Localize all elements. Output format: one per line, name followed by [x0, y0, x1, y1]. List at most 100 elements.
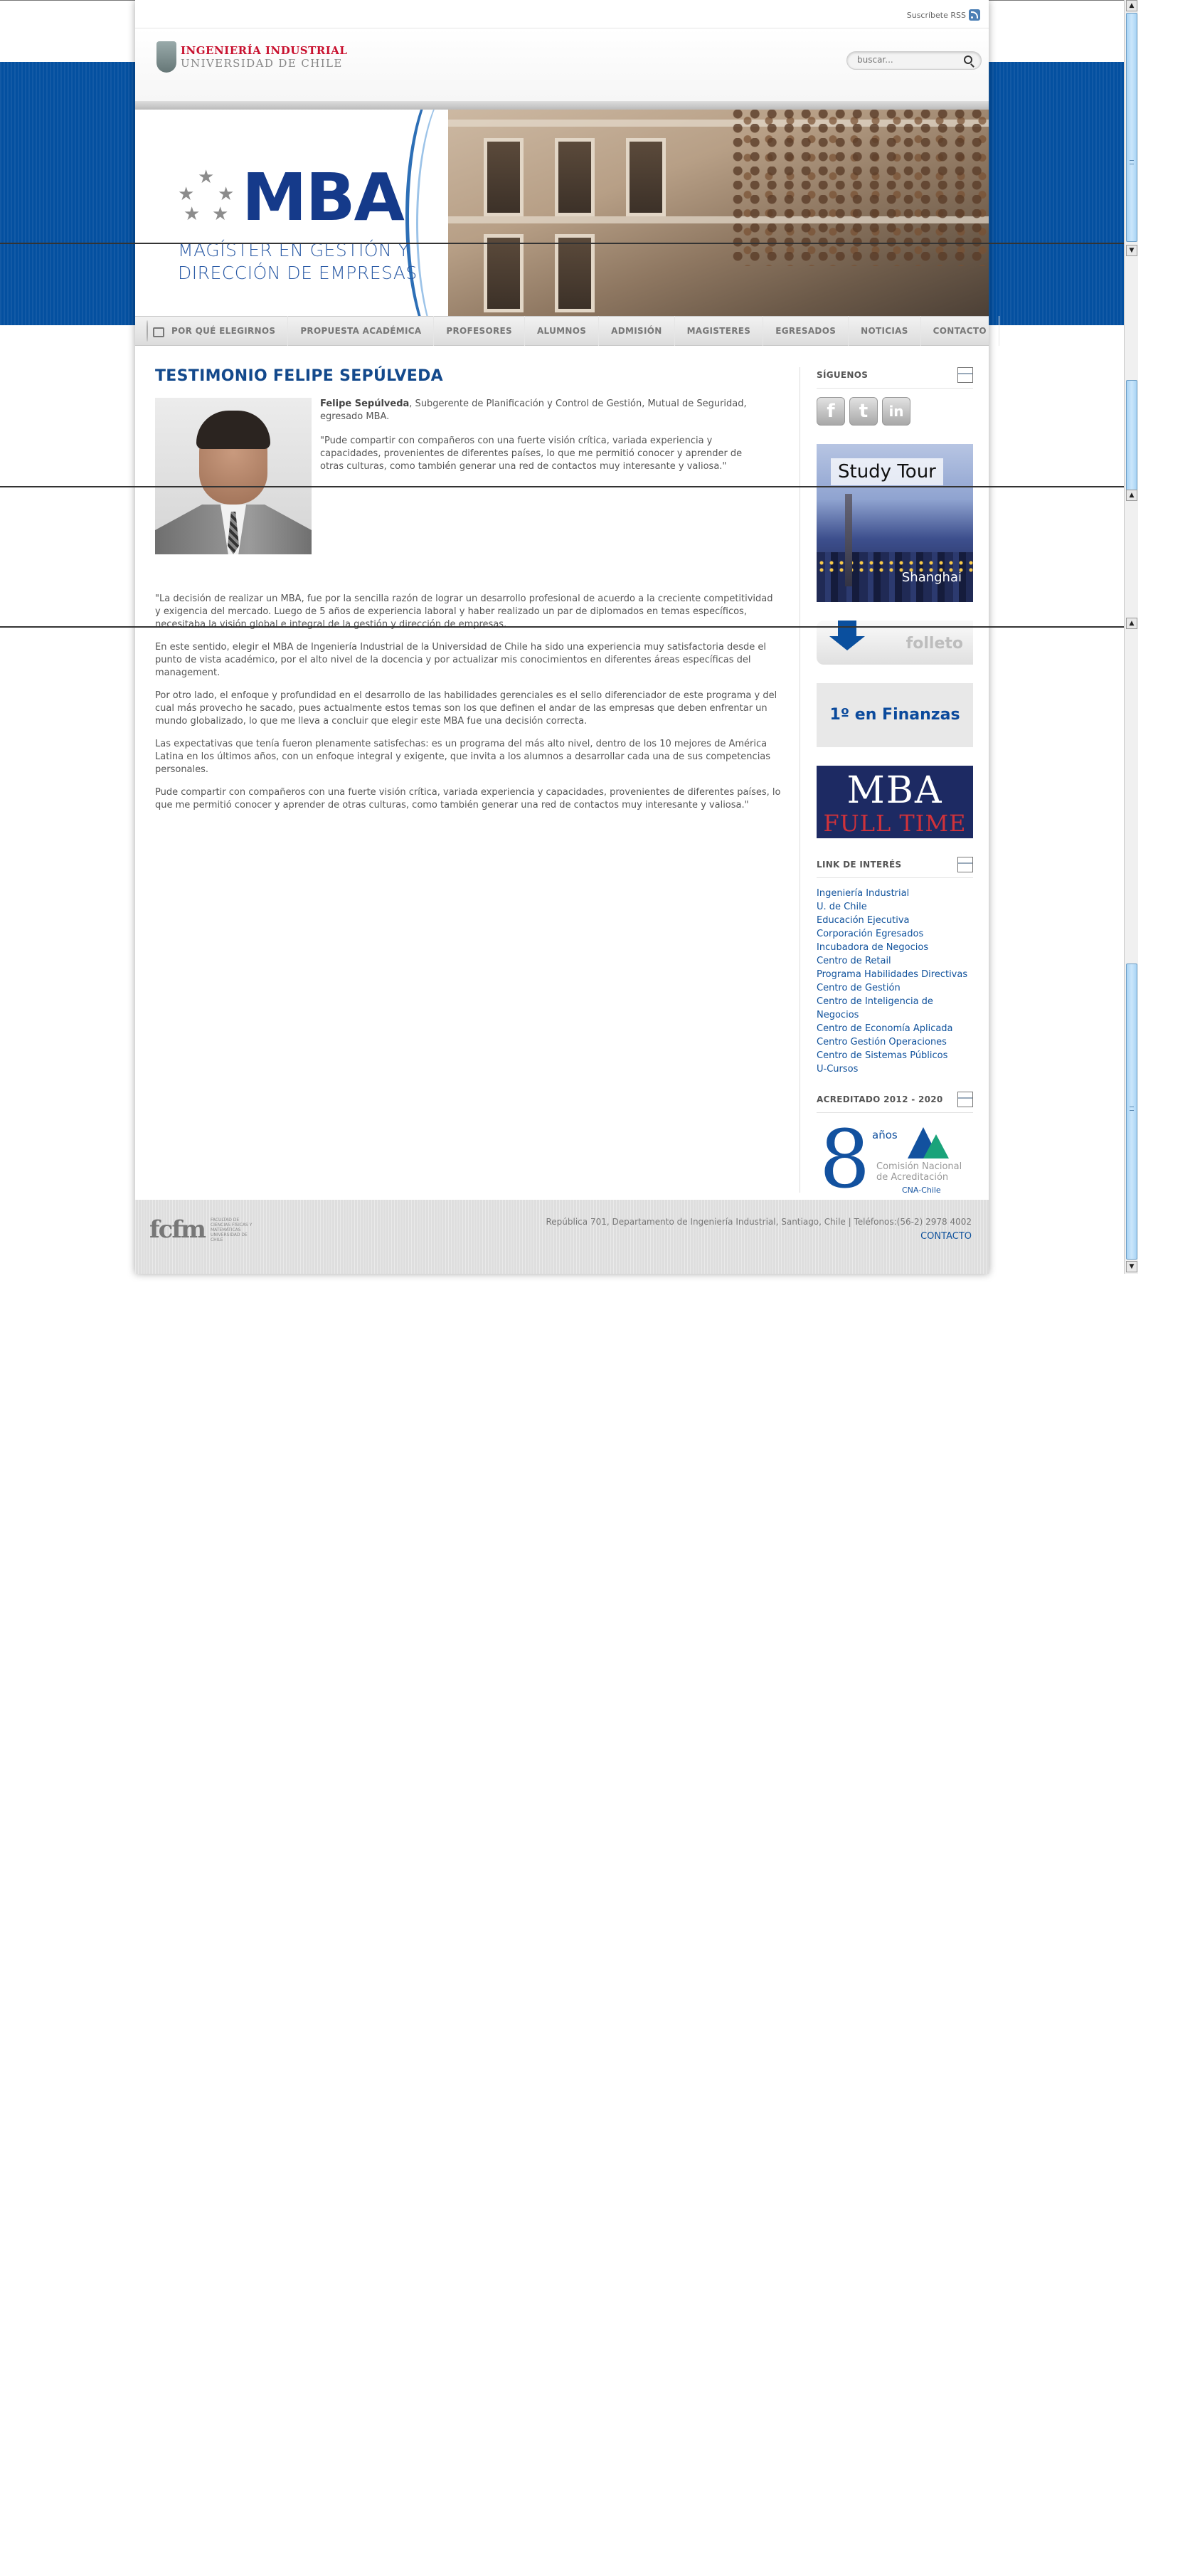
linkedin-icon[interactable]: in — [882, 397, 910, 426]
acred-years: 8 — [819, 1114, 871, 1206]
link-centro-retail[interactable]: Centro de Retail — [817, 954, 973, 968]
tower-graphic — [845, 494, 852, 586]
scroll-down-arrow[interactable]: ▼ — [1126, 245, 1137, 256]
search-box — [846, 51, 982, 70]
vertical-scrollbar[interactable]: ▲ — [1124, 258, 1138, 502]
scrollbar-thumb[interactable] — [1126, 964, 1137, 1260]
scroll-up-arrow[interactable]: ▲ — [1126, 618, 1137, 629]
nav-item-alumnos[interactable]: ALUMNOS — [525, 316, 600, 346]
building-photo — [441, 110, 989, 316]
fcfm-mark: fcfm — [149, 1215, 206, 1244]
hero-banner: ★ ★ ★ ★ ★ MBA MAGÍSTER EN GESTIÓN Y DIRE… — [135, 110, 989, 316]
sidebar: SÍGUENOS f t in Study Tour Shanghai foll… — [817, 367, 973, 1204]
intro-text: Felipe Sepúlveda, Subgerente de Planific… — [320, 398, 768, 485]
social-links: f t in — [817, 397, 973, 426]
search-icon[interactable] — [964, 56, 972, 64]
fcfm-small-text: FACULTAD DE CIENCIAS FÍSICAS Y MATEMÁTIC… — [210, 1217, 253, 1242]
footer-contact-link[interactable]: CONTACTO — [920, 1231, 972, 1242]
render-artifact-line — [0, 243, 1138, 244]
body-paragraph: En este sentido, elegir el MBA de Ingeni… — [155, 642, 767, 678]
intro-name: Felipe Sepúlveda — [320, 398, 410, 409]
scroll-up-arrow[interactable]: ▲ — [1126, 490, 1137, 501]
home-icon[interactable] — [147, 320, 164, 342]
link-centro-sistemas-publicos[interactable]: Centro de Sistemas Públicos — [817, 1049, 973, 1062]
acred-cna: Comisión Nacional de Acreditación — [876, 1161, 962, 1183]
link-ingenieria-industrial[interactable]: Ingeniería Industrial — [817, 887, 973, 900]
link-u-cursos[interactable]: U-Cursos — [817, 1062, 973, 1076]
download-arrow-icon — [829, 621, 865, 650]
nav-item-magisteres[interactable]: MAGISTERES — [675, 316, 764, 346]
links-list: Ingeniería Industrial U. de Chile Educac… — [817, 887, 973, 1076]
scroll-down-arrow[interactable]: ▼ — [1126, 1261, 1137, 1272]
scroll-up-arrow[interactable]: ▲ — [1126, 0, 1137, 11]
nav-item-contacto[interactable]: CONTACTO — [921, 316, 999, 346]
nav-item-por-que-elegirnos[interactable]: POR QUÉ ELEGIRNOS — [159, 316, 289, 346]
vertical-scrollbar[interactable]: ▲ — [1124, 502, 1138, 630]
footer-address: República 701, Departamento de Ingenierí… — [546, 1217, 972, 1227]
link-centro-economia-aplicada[interactable]: Centro de Economía Aplicada — [817, 1022, 973, 1035]
top-bar: Suscríbete RSS — [135, 0, 989, 28]
body-paragraph: "La decisión de realizar un MBA, fue por… — [155, 593, 773, 630]
link-corporacion-egresados[interactable]: Corporación Egresados — [817, 927, 973, 941]
facebook-icon[interactable]: f — [817, 397, 845, 426]
mba-full-time-line1: MBA — [846, 769, 943, 812]
star-icon: ★ — [184, 204, 201, 225]
mba-subtitle-line2: DIRECCIÓN DE EMPRESAS — [178, 263, 418, 283]
link-u-de-chile[interactable]: U. de Chile — [817, 900, 973, 914]
finanzas-banner[interactable]: 1º en Finanzas — [817, 683, 973, 747]
acred-title: ACREDITADO 2012 - 2020 — [817, 1094, 943, 1104]
rss-label[interactable]: Suscríbete RSS — [907, 11, 966, 20]
page-container: Suscríbete RSS INGENIERÍA INDUSTRIAL UNI… — [135, 0, 999, 1274]
link-habilidades-directivas[interactable]: Programa Habilidades Directivas — [817, 968, 973, 981]
photo-window — [626, 138, 666, 216]
content-area: TESTIMONIO FELIPE SEPÚLVEDA Felipe Sepúl… — [135, 346, 989, 1203]
nav-item-egresados[interactable]: EGRESADOS — [763, 316, 849, 346]
testimonial-intro: Felipe Sepúlveda, Subgerente de Planific… — [155, 398, 781, 554]
stars-icon: ★ ★ ★ ★ ★ — [178, 168, 239, 225]
photo-window — [555, 234, 595, 312]
window-icon — [957, 367, 973, 383]
nav-item-propuesta-academica[interactable]: PROPUESTA ACADÉMICA — [288, 316, 435, 346]
page-title: TESTIMONIO FELIPE SEPÚLVEDA — [155, 367, 443, 385]
follow-title: SÍGUENOS — [817, 370, 869, 380]
photo-window — [555, 138, 595, 216]
study-tour-banner[interactable]: Study Tour Shanghai — [817, 444, 973, 602]
university-seal-icon — [156, 41, 176, 73]
link-centro-gestion-operaciones[interactable]: Centro Gestión Operaciones — [817, 1035, 973, 1049]
search-input[interactable] — [857, 55, 957, 65]
link-incubadora-negocios[interactable]: Incubadora de Negocios — [817, 941, 973, 954]
scrollbar-thumb[interactable] — [1126, 13, 1137, 242]
twitter-icon[interactable]: t — [849, 397, 878, 426]
acreditacion-badge[interactable]: 8 años Comisión Nacional de Acreditación… — [817, 1117, 973, 1204]
acred-years-label: años — [872, 1129, 898, 1141]
study-tour-city: Shanghai — [901, 570, 962, 585]
scrollbar-grip — [1130, 1107, 1134, 1111]
mba-full-time-banner[interactable]: MBA FULL TIME — [817, 766, 973, 838]
main-nav: POR QUÉ ELEGIRNOS PROPUESTA ACADÉMICA PR… — [135, 316, 999, 346]
mba-full-time-line2: FULL TIME — [823, 810, 967, 837]
nav-item-admision[interactable]: ADMISIÓN — [599, 316, 675, 346]
main-column: TESTIMONIO FELIPE SEPÚLVEDA Felipe Sepúl… — [155, 367, 781, 822]
fcfm-logo[interactable]: fcfm FACULTAD DE CIENCIAS FÍSICAS Y MATE… — [149, 1215, 260, 1244]
acred-cna-short: CNA-Chile — [902, 1186, 941, 1195]
nav-item-profesores[interactable]: PROFESORES — [434, 316, 525, 346]
rss-link[interactable]: Suscríbete RSS — [907, 9, 980, 21]
body-paragraph: Las expectativas que tenía fueron plenam… — [155, 739, 771, 775]
link-educacion-ejecutiva[interactable]: Educación Ejecutiva — [817, 914, 973, 927]
ingenieria-industrial-logo[interactable]: INGENIERÍA INDUSTRIAL UNIVERSIDAD DE CHI… — [156, 41, 347, 73]
header-divider — [135, 101, 989, 110]
nav-item-noticias[interactable]: NOTICIAS — [849, 316, 921, 346]
vertical-scrollbar[interactable]: ▲ ▼ — [1124, 0, 1138, 258]
portrait-hair — [196, 411, 270, 449]
link-centro-gestion[interactable]: Centro de Gestión — [817, 981, 973, 995]
vertical-scrollbar[interactable]: ▼ — [1124, 630, 1138, 1274]
scrollbar-thumb[interactable] — [1126, 380, 1137, 501]
render-artifact-line — [0, 486, 1138, 487]
intro-paragraph: Felipe Sepúlveda, Subgerente de Planific… — [320, 398, 768, 423]
link-centro-inteligencia-negocios[interactable]: Centro de Inteligencia de Negocios — [817, 995, 973, 1022]
sidebar-heading-links: LINK DE INTERÉS — [817, 857, 973, 878]
mba-logo-text: MBA — [242, 159, 405, 236]
star-icon: ★ — [218, 184, 235, 205]
rss-icon[interactable] — [969, 9, 980, 21]
study-tour-label: Study Tour — [831, 458, 943, 485]
